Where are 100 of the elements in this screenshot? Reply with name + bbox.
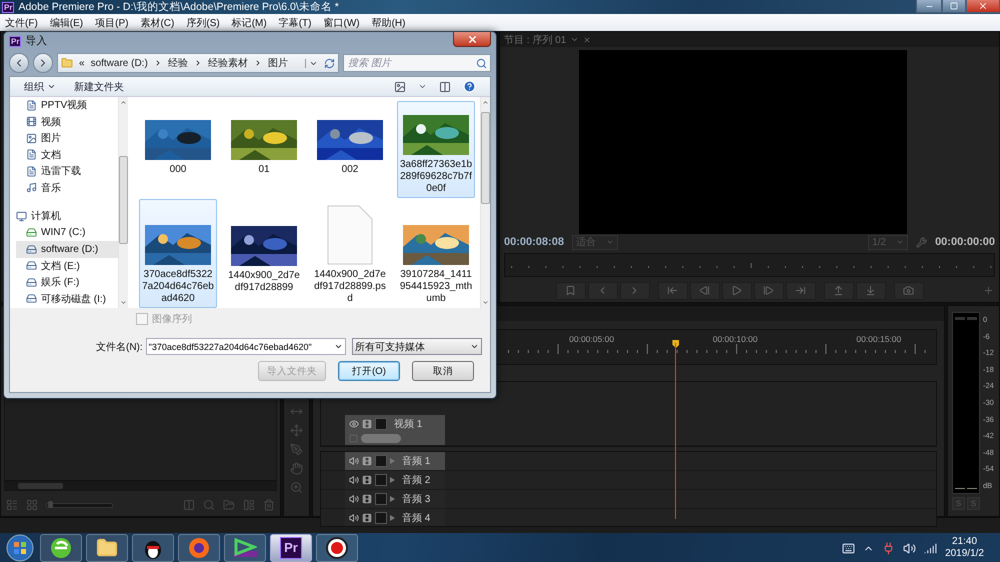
refresh-icon[interactable] (324, 58, 335, 68)
track-header[interactable]: 音频 2 (345, 471, 445, 489)
zoom-slider[interactable] (46, 502, 113, 508)
sidebar-item[interactable]: 文档 (16, 146, 118, 164)
camera-button[interactable] (894, 282, 924, 300)
slider-thumb[interactable] (48, 500, 54, 508)
file-item[interactable]: 3a68ff27363e1b289f69628c7b7f0e0f (397, 101, 475, 198)
breadcrumb[interactable]: 图片 (268, 56, 288, 70)
sidebar-item[interactable]: software (D:) (16, 241, 118, 258)
scroll-thumb[interactable] (119, 156, 128, 244)
add-icon[interactable] (983, 285, 994, 296)
trash-icon[interactable] (263, 499, 275, 511)
sidebar-item[interactable]: 迅雷下载 (16, 163, 118, 180)
menu-item[interactable]: 字幕(T) (278, 16, 312, 30)
forward-button[interactable] (33, 53, 53, 73)
sidebar-item[interactable]: 计算机 (16, 208, 118, 225)
search-field[interactable]: 搜索 图片 (343, 54, 491, 72)
go-to-in-button[interactable] (658, 282, 688, 300)
list-view-icon[interactable] (6, 499, 18, 511)
scroll-up-icon[interactable] (482, 99, 489, 106)
marker-button[interactable] (556, 282, 586, 300)
power-icon[interactable] (882, 542, 896, 554)
menu-item[interactable]: 序列(S) (186, 16, 220, 30)
menu-item[interactable]: 帮助(H) (372, 16, 406, 30)
lift-button[interactable] (824, 282, 854, 300)
taskbar-app[interactable] (40, 534, 82, 562)
taskbar-app[interactable] (132, 534, 174, 562)
lock-toggle[interactable] (375, 512, 387, 524)
minimize-button[interactable] (916, 0, 942, 13)
file-item[interactable]: 370ace8df53227a204d64c76ebad4620 (139, 199, 217, 308)
file-item[interactable]: 002 (311, 101, 389, 198)
scroll-thumb[interactable] (481, 112, 490, 204)
view-icon[interactable] (394, 80, 406, 93)
menu-item[interactable]: 编辑(E) (50, 16, 84, 30)
taskbar-app[interactable] (86, 534, 128, 562)
lock-toggle[interactable] (375, 418, 387, 430)
icon-view-icon[interactable] (26, 499, 38, 511)
sidebar-item[interactable]: 文档 (E:) (16, 258, 118, 274)
scroll-up-icon[interactable] (120, 99, 127, 106)
taskbar-app[interactable] (316, 534, 358, 562)
expand-icon[interactable] (390, 477, 395, 483)
hand-tool-icon[interactable] (290, 462, 303, 475)
folder-icon[interactable] (223, 499, 235, 511)
help-icon[interactable] (463, 80, 476, 94)
sidebar-item[interactable]: 可移动磁盘 (I:) (16, 290, 118, 308)
organize-menu[interactable]: 组织 (24, 80, 56, 94)
menu-item[interactable]: 窗口(W) (323, 16, 360, 30)
scroll-down-icon[interactable] (120, 299, 127, 306)
track-header[interactable]: 音频 4 (345, 509, 445, 526)
pen-tool-icon[interactable] (290, 443, 303, 456)
sidebar-item[interactable]: 视频 (16, 114, 118, 130)
track-header[interactable]: 视频 1 (345, 415, 445, 445)
step-forward-button[interactable] (754, 282, 784, 300)
lock-toggle[interactable] (375, 455, 387, 467)
dialog-button[interactable]: 打开(O) (338, 361, 400, 382)
breadcrumb[interactable]: 经验素材 (208, 56, 248, 70)
volume-icon[interactable] (903, 542, 916, 554)
menu-item[interactable]: 标记(M) (232, 16, 267, 30)
breadcrumb[interactable]: 经验 (168, 56, 188, 70)
file-item[interactable]: 01 (225, 101, 303, 198)
extract-button[interactable] (856, 282, 886, 300)
file-item[interactable]: 000 (139, 101, 217, 198)
filename-field[interactable]: "370ace8df53227a204d64c76ebad4620" (146, 338, 346, 356)
track-header[interactable]: 音频 1 (345, 452, 445, 470)
back-button[interactable] (9, 53, 29, 73)
go-to-out-button[interactable] (786, 282, 816, 300)
sidebar-item[interactable]: PPTV视频 (16, 97, 118, 114)
bin-icon[interactable] (183, 499, 195, 511)
menu-item[interactable]: 文件(F) (5, 16, 38, 30)
expand-icon[interactable] (390, 515, 395, 521)
preview-pane-icon[interactable] (439, 80, 451, 93)
start-button[interactable] (4, 534, 36, 562)
new-folder-button[interactable]: 新建文件夹 (74, 80, 124, 94)
scroll-down-icon[interactable] (482, 299, 489, 306)
search-icon[interactable] (476, 58, 487, 69)
expand-icon[interactable] (390, 496, 395, 502)
new-item-icon[interactable] (243, 499, 255, 511)
dialog-button[interactable]: 取消 (412, 361, 474, 382)
menu-item[interactable]: 项目(P) (95, 16, 128, 30)
lock-toggle[interactable] (375, 493, 387, 505)
restore-button[interactable] (942, 0, 966, 13)
zoom-tool-icon[interactable] (290, 481, 303, 494)
file-item[interactable]: 1440x900_2d7edf917d28899 (225, 199, 303, 308)
track-header[interactable]: 音频 3 (345, 490, 445, 508)
step-back-button[interactable] (690, 282, 720, 300)
slide-tool-icon[interactable] (290, 424, 303, 437)
breadcrumb[interactable]: software (D:) (90, 58, 148, 68)
signal-icon[interactable] (924, 542, 938, 554)
file-type-dropdown[interactable]: 所有可支持媒体 (352, 338, 482, 356)
address-overflow[interactable]: « (79, 58, 85, 68)
scroll-thumb[interactable] (18, 482, 63, 488)
sidebar-item[interactable]: 图片 (16, 130, 118, 147)
keyframe-navigator[interactable] (361, 434, 401, 443)
close-button[interactable] (453, 32, 491, 47)
address-bar[interactable]: « software (D:) 经验 经验素材 图片 (57, 53, 339, 73)
sidebar-item[interactable]: 娱乐 (F:) (16, 274, 118, 291)
file-item[interactable]: 39107284_1411954415923_mthumb (397, 199, 475, 308)
taskbar-app[interactable]: Pr (270, 534, 312, 562)
keyboard-icon[interactable] (842, 542, 856, 554)
clock[interactable]: 21:40 2019/1/2 (945, 536, 984, 560)
